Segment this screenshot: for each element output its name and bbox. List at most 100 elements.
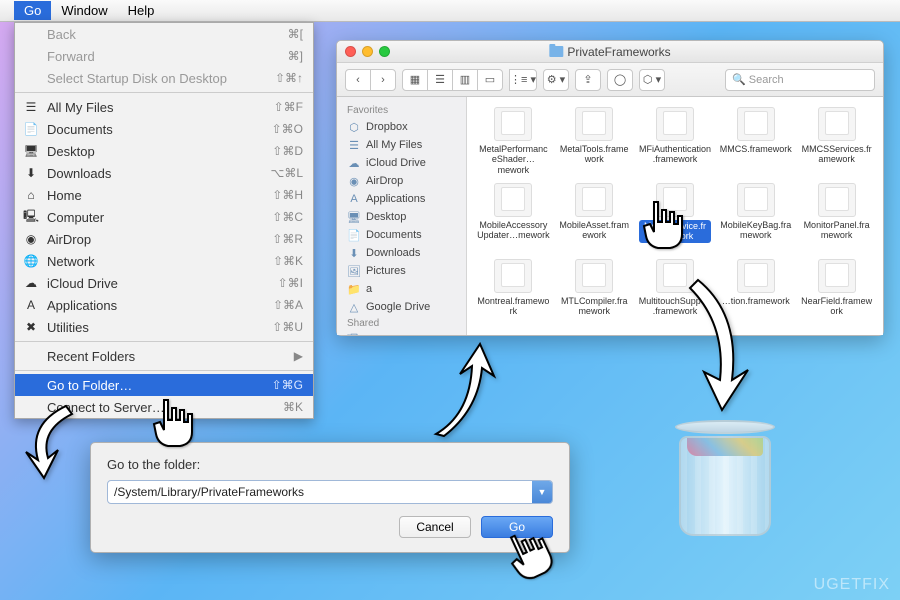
- file-label: MobileAccessoryUpdater…mework: [477, 220, 550, 241]
- favorites-header: Favorites: [337, 103, 466, 118]
- menu-item[interactable]: ✖Utilities⇧⌘U: [15, 316, 313, 338]
- menu-shortcut: ⇧⌘D: [272, 144, 303, 158]
- menu-label: Network: [47, 254, 273, 269]
- menu-item[interactable]: ☰All My Files⇧⌘F: [15, 96, 313, 118]
- menu-connect-to-server[interactable]: Connect to Server…⌘K: [15, 396, 313, 418]
- menu-window[interactable]: Window: [51, 1, 117, 20]
- sidebar-item[interactable]: 🖳hpecb1d7cc…: [337, 331, 466, 335]
- tags-button[interactable]: ◯: [607, 69, 633, 91]
- sidebar-label: All My Files: [366, 139, 422, 151]
- file-item[interactable]: Montreal.framework: [475, 257, 552, 329]
- file-item[interactable]: MMCS.framework: [717, 105, 794, 177]
- menu-item[interactable]: 🖥Desktop⇧⌘D: [15, 140, 313, 162]
- sidebar-item[interactable]: △Google Drive: [337, 298, 466, 316]
- action-button[interactable]: ⚙ ▾: [543, 69, 569, 91]
- sidebar-label: Google Drive: [366, 301, 430, 313]
- sidebar-item[interactable]: 📄Documents: [337, 226, 466, 244]
- gallery-view-button[interactable]: ▭: [477, 69, 503, 91]
- menu-label: Home: [47, 188, 272, 203]
- menu-item[interactable]: ⬇Downloads⌥⌘L: [15, 162, 313, 184]
- file-item[interactable]: MobileKeyBag.framework: [717, 181, 794, 253]
- file-label: Montreal.framework: [477, 296, 550, 317]
- finder-content[interactable]: MetalPerformanceShader…meworkMetalTools.…: [467, 97, 883, 335]
- finder-sidebar: Favorites ⬡Dropbox☰All My Files☁iCloud D…: [337, 97, 467, 335]
- menu-shortcut: ⇧⌘O: [272, 122, 303, 136]
- cancel-button[interactable]: Cancel: [399, 516, 471, 538]
- share-button[interactable]: ⇪: [575, 69, 601, 91]
- sidebar-item[interactable]: 📁a: [337, 280, 466, 298]
- watermark: UGETFIX: [814, 576, 890, 594]
- dropdown-chevron-icon[interactable]: ▼: [532, 481, 552, 503]
- menu-label: AirDrop: [47, 232, 272, 247]
- file-item[interactable]: MultitouchSupport.framework: [637, 257, 714, 329]
- menu-item[interactable]: 🌐Network⇧⌘K: [15, 250, 313, 272]
- menu-shortcut: ⇧⌘A: [273, 298, 303, 312]
- go-button[interactable]: Go: [481, 516, 553, 538]
- search-field[interactable]: 🔍 Search: [725, 69, 875, 91]
- file-item[interactable]: MonitorPanel.framework: [798, 181, 875, 253]
- menu-item[interactable]: 📄Documents⇧⌘O: [15, 118, 313, 140]
- trash-icon[interactable]: [670, 420, 780, 550]
- file-label: MMCS.framework: [720, 144, 792, 154]
- sidebar-item[interactable]: 🖥Desktop: [337, 208, 466, 226]
- menu-item[interactable]: ⌂Home⇧⌘H: [15, 184, 313, 206]
- minimize-button[interactable]: [362, 46, 373, 57]
- menubar: Go Window Help: [0, 0, 900, 22]
- menu-label: Desktop: [47, 144, 272, 159]
- file-label: MobileDevice.framework: [639, 220, 712, 243]
- menu-go-to-folder[interactable]: Go to Folder…⇧⌘G: [15, 374, 313, 396]
- sidebar-item[interactable]: ◉AirDrop: [337, 172, 466, 190]
- shared-header: Shared: [337, 316, 466, 331]
- file-item[interactable]: MobileDevice.framework: [637, 181, 714, 253]
- file-item[interactable]: MFiAuthentication.framework: [637, 105, 714, 177]
- file-item[interactable]: …tion.framework: [717, 257, 794, 329]
- menu-item[interactable]: ◉AirDrop⇧⌘R: [15, 228, 313, 250]
- dropbox-button[interactable]: ⬡ ▾: [639, 69, 665, 91]
- back-button[interactable]: ‹: [345, 69, 371, 91]
- file-label: MobileKeyBag.framework: [719, 220, 792, 241]
- menu-icon: A: [23, 297, 39, 313]
- menu-shortcut: ⌥⌘L: [270, 166, 303, 180]
- folder-path-input[interactable]: /System/Library/PrivateFrameworks: [107, 480, 553, 504]
- list-view-button[interactable]: ☰: [427, 69, 453, 91]
- framework-icon: [737, 107, 775, 141]
- menu-recent-folders[interactable]: Recent Folders▶: [15, 345, 313, 367]
- framework-icon: [656, 183, 694, 217]
- close-button[interactable]: [345, 46, 356, 57]
- icon-view-button[interactable]: ▦: [402, 69, 428, 91]
- menu-item[interactable]: ☁iCloud Drive⇧⌘I: [15, 272, 313, 294]
- file-item[interactable]: MobileAccessoryUpdater…mework: [475, 181, 552, 253]
- menu-item[interactable]: AApplications⇧⌘A: [15, 294, 313, 316]
- finder-titlebar[interactable]: PrivateFrameworks: [337, 41, 883, 63]
- arrange-button[interactable]: ⋮≡ ▾: [509, 69, 537, 91]
- sidebar-item[interactable]: ⬇Downloads: [337, 244, 466, 262]
- file-label: …tion.framework: [722, 296, 790, 306]
- file-item[interactable]: MTLCompiler.framework: [556, 257, 633, 329]
- sidebar-item[interactable]: ⬡Dropbox: [337, 118, 466, 136]
- menu-go[interactable]: Go: [14, 1, 51, 20]
- menu-icon: 📄: [23, 121, 39, 137]
- file-item[interactable]: MobileAsset.framework: [556, 181, 633, 253]
- file-item[interactable]: MetalTools.framework: [556, 105, 633, 177]
- file-item[interactable]: NearField.framework: [798, 257, 875, 329]
- menu-item[interactable]: 🖳Computer⇧⌘C: [15, 206, 313, 228]
- menu-help[interactable]: Help: [118, 1, 165, 20]
- column-view-button[interactable]: ▥: [452, 69, 478, 91]
- sidebar-icon: 🖼: [347, 264, 361, 278]
- framework-icon: [494, 259, 532, 293]
- sidebar-icon: 📄: [347, 228, 361, 242]
- sidebar-item[interactable]: AApplications: [337, 190, 466, 208]
- sidebar-item[interactable]: ☁iCloud Drive: [337, 154, 466, 172]
- file-item[interactable]: MetalPerformanceShader…mework: [475, 105, 552, 177]
- framework-icon: [737, 183, 775, 217]
- menu-icon: 🌐: [23, 253, 39, 269]
- sidebar-icon: 📁: [347, 282, 361, 296]
- framework-icon: [494, 183, 532, 217]
- maximize-button[interactable]: [379, 46, 390, 57]
- file-item[interactable]: MMCSServices.framework: [798, 105, 875, 177]
- sidebar-item[interactable]: 🖼Pictures: [337, 262, 466, 280]
- sidebar-item[interactable]: ☰All My Files: [337, 136, 466, 154]
- file-label: MonitorPanel.framework: [800, 220, 873, 241]
- framework-icon: [737, 259, 775, 293]
- forward-button[interactable]: ›: [370, 69, 396, 91]
